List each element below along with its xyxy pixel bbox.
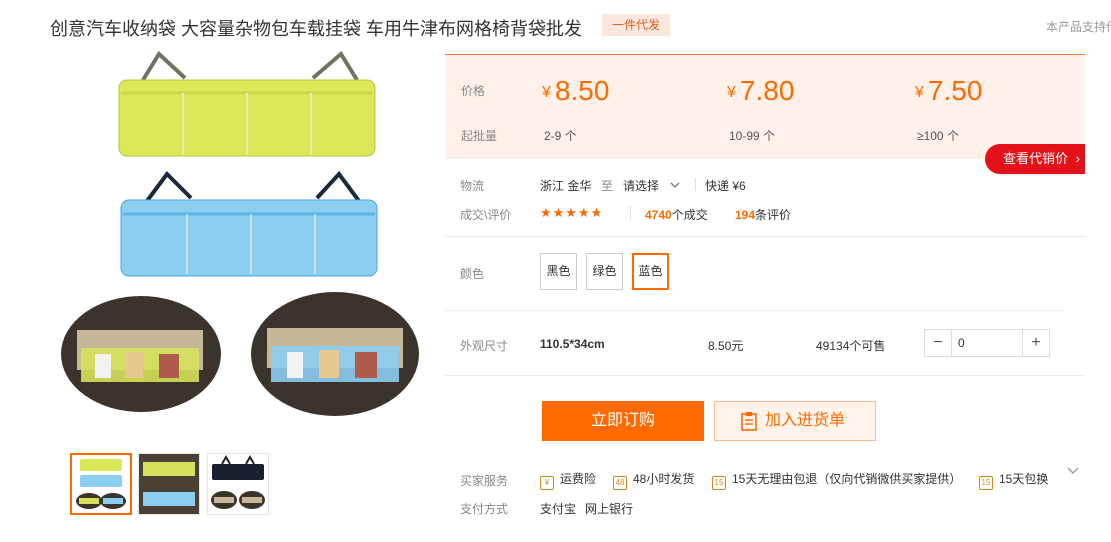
chevron-down-icon	[670, 182, 680, 188]
batch-range-2: 10-99 个	[729, 129, 776, 143]
thumbnail-1-image	[76, 459, 126, 509]
price-tier-3: ¥7.50	[915, 75, 983, 106]
thumbnail-1[interactable]	[70, 453, 132, 515]
15day-return-icon: 15	[712, 476, 726, 490]
price-tier-1: ¥8.50	[542, 75, 610, 106]
sku-price: 8.50元	[708, 339, 744, 353]
dropship-tag: 一件代发	[602, 14, 671, 36]
batch-range-3: ≥100 个	[917, 129, 959, 143]
add-to-purchase-list-label: 加入进货单	[765, 412, 846, 429]
sku-size: 110.5*34cm	[540, 337, 605, 351]
thumbnail-3[interactable]	[207, 453, 269, 515]
destination-select[interactable]: 请选择	[623, 177, 680, 194]
service-item-15day-return: 15 15天无理由包退（仅向代销微供买家提供）	[712, 470, 961, 490]
services-label: 买家服务	[460, 474, 509, 488]
review-count[interactable]: 194条评价	[735, 206, 791, 223]
chevron-right-icon: ›	[1075, 151, 1080, 166]
green-bag-image	[118, 50, 376, 157]
price-panel: 价格 起批量 ¥8.50 ¥7.80 ¥7.50 2-9 个 10-99 个 ≥…	[445, 54, 1085, 159]
color-option-black[interactable]: 黑色	[540, 253, 577, 290]
section-divider	[445, 375, 1085, 376]
price-label: 价格	[461, 84, 486, 98]
15day-exchange-icon: 15	[979, 476, 993, 490]
view-agent-price-button[interactable]: 查看代销价 ›	[985, 144, 1085, 174]
payment-label: 支付方式	[460, 502, 509, 516]
quantity-input[interactable]	[958, 334, 1018, 352]
service-item-shipping-insurance: ¥ 运费险	[540, 470, 596, 490]
service-item-15day-exchange: 15 15天包换	[979, 470, 1048, 490]
logistics-to: 至	[601, 179, 614, 193]
expand-services-icon[interactable]	[1067, 466, 1079, 476]
thumbnail-3-image	[211, 454, 265, 509]
logistics-label: 物流	[460, 179, 485, 193]
size-label: 外观尺寸	[460, 339, 509, 353]
price-tier-2: ¥7.80	[727, 75, 795, 106]
quantity-increase-button[interactable]: +	[1022, 330, 1049, 356]
shipping-insurance-icon: ¥	[540, 476, 554, 490]
logistics-origin: 浙江 金华	[540, 179, 592, 193]
car-trunk-green-photo	[61, 296, 221, 412]
payment-online-bank: 网上银行	[585, 502, 634, 516]
product-main-image	[61, 50, 419, 416]
color-label: 颜色	[460, 267, 485, 281]
batch-label: 起批量	[461, 129, 498, 143]
blue-bag-image	[120, 170, 378, 277]
express-fee: 快递 ¥6	[705, 179, 746, 193]
rating-stars: ★★★★★	[540, 205, 604, 220]
deals-label: 成交\评价	[460, 208, 512, 222]
color-option-green[interactable]: 绿色	[586, 253, 623, 290]
car-trunk-blue-photo	[251, 292, 419, 416]
deal-count[interactable]: 4740个成交	[645, 206, 708, 223]
support-notice: 本产品支持传	[1046, 20, 1111, 34]
section-divider	[445, 310, 1065, 311]
section-divider	[445, 236, 1085, 237]
thumbnail-2-image	[139, 454, 199, 514]
product-title: 创意汽车收纳袋 大容量杂物包车载挂袋 车用牛津布网格椅背袋批发	[50, 19, 582, 39]
buy-now-button[interactable]: 立即订购	[542, 401, 704, 441]
payment-alipay: 支付宝	[540, 502, 577, 516]
clipboard-icon	[741, 412, 757, 431]
service-item-48h: 48 48小时发货	[613, 470, 694, 490]
48h-delivery-icon: 48	[613, 476, 627, 490]
color-option-blue[interactable]: 蓝色	[632, 253, 669, 290]
logistics-divider	[695, 178, 696, 191]
quantity-stepper[interactable]: − +	[924, 329, 1050, 357]
quantity-decrease-button[interactable]: −	[925, 330, 952, 356]
add-to-purchase-list-button[interactable]: 加入进货单	[714, 401, 876, 441]
sku-stock: 49134个可售	[816, 339, 886, 353]
thumbnail-2[interactable]	[138, 453, 200, 515]
batch-range-1: 2-9 个	[544, 129, 577, 143]
deals-divider	[630, 206, 631, 219]
